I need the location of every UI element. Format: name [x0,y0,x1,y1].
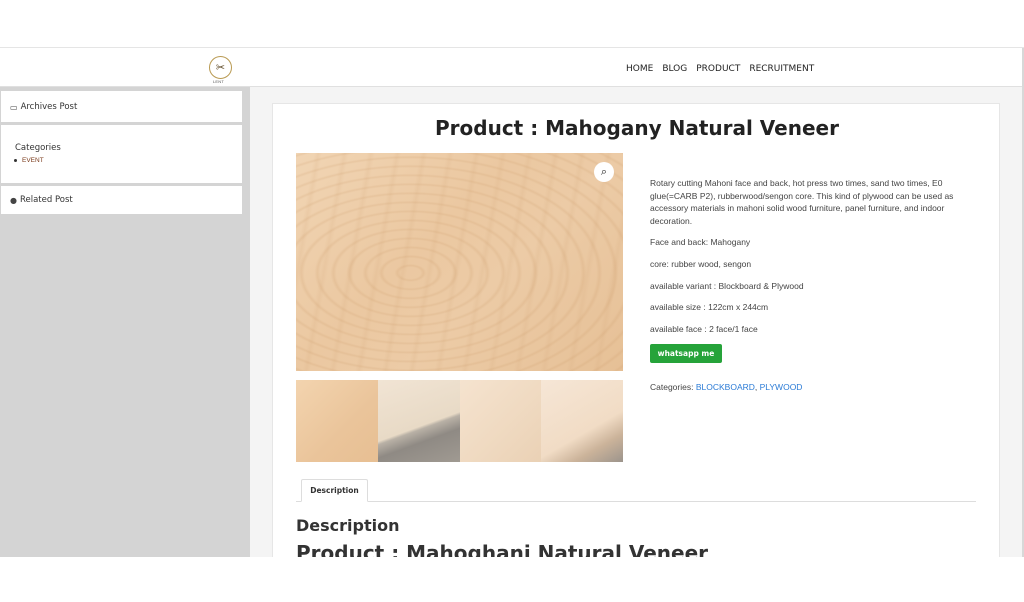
browser-page: ✂ LENT HOME BLOG PRODUCT RECRUITMENT ▭ A… [0,47,1024,557]
spec-core: core: rubber wood, sengon [650,258,752,269]
tab-description[interactable]: Description [301,479,368,502]
thumbnail-4[interactable] [541,380,623,462]
site-logo[interactable]: ✂ [209,56,232,79]
product-categories: Categories: BLOCKBOARD, PLYWOOD [650,382,802,392]
category-plywood-link[interactable]: PLYWOOD [760,382,803,392]
spec-face-back: Face and back: Mahogany [650,237,751,248]
zoom-button[interactable]: ⌕ [594,162,614,182]
product-thumbnails [296,380,623,462]
archives-widget: ▭ Archives Post [1,91,242,122]
sidebar: ▭ Archives Post Categories EVENT ● Relat… [0,87,250,557]
main-nav: HOME BLOG PRODUCT RECRUITMENT [626,64,814,74]
search-icon: ⌕ [600,165,608,178]
folder-icon: ▭ [10,102,18,112]
description-heading: Description [296,516,400,535]
related-title[interactable]: ● Related Post [10,195,73,205]
category-event-link[interactable]: EVENT [22,157,44,164]
product-card: Product : Mahogany Natural Veneer ⌕ Rota… [272,103,1000,557]
category-blockboard-link[interactable]: BLOCKBOARD [696,382,755,392]
logo-text: LENT [213,79,225,84]
description-paragraph: Rotary cutting Mahoni face and back, hot… [650,178,954,226]
categories-label: Categories: [650,382,696,392]
tab-divider [296,501,976,502]
related-widget: ● Related Post [1,186,242,214]
thumbnail-1[interactable] [296,380,378,462]
nav-recruitment[interactable]: RECRUITMENT [749,64,814,74]
related-label: Related Post [19,195,73,205]
spec-variant: available variant : Blockboard & Plywood [650,280,804,291]
nav-blog[interactable]: BLOG [662,64,687,74]
thumbnail-3[interactable] [459,380,542,462]
categories-title: Categories [15,143,61,153]
spec-face: available face : 2 face/1 face [650,323,758,334]
site-header: ✂ LENT HOME BLOG PRODUCT RECRUITMENT [0,48,1022,87]
spec-size: available size : 122cm x 244cm [650,302,769,313]
user-icon: ● [10,195,17,205]
bullet-icon [14,159,17,162]
nav-home[interactable]: HOME [626,64,653,74]
nav-product[interactable]: PRODUCT [696,64,740,74]
archives-title[interactable]: ▭ Archives Post [10,102,77,112]
description-product-title: Product : Mahoghani Natural Veneer [296,541,709,557]
whatsapp-button[interactable]: whatsapp me [650,344,722,363]
product-description: Rotary cutting Mahoni face and back, hot… [650,177,980,344]
thumbnail-2[interactable] [377,380,460,462]
archives-label: Archives Post [20,102,78,112]
product-title: Product : Mahogany Natural Veneer [435,116,839,140]
categories-widget: Categories EVENT [1,125,242,183]
category-item[interactable]: EVENT [14,157,44,164]
product-main-image[interactable] [296,153,623,371]
scissors-icon: ✂ [215,61,226,74]
